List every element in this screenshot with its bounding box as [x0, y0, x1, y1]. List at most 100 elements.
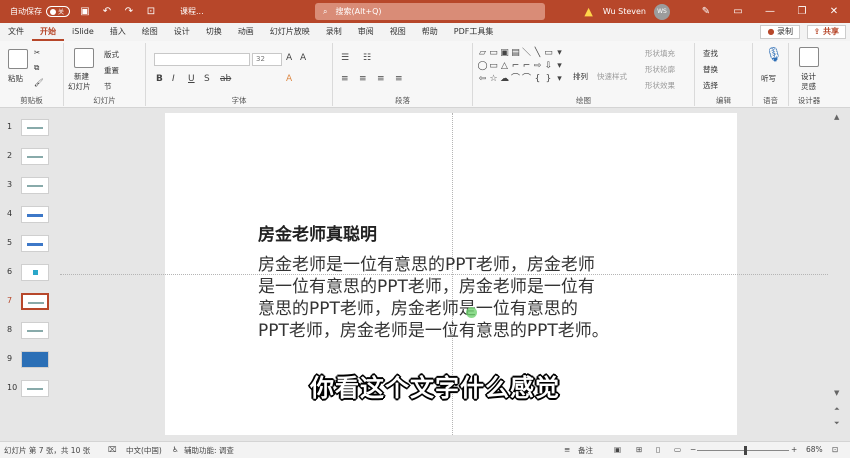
- bold-icon[interactable]: B: [156, 74, 163, 84]
- design-ideas-icon[interactable]: [799, 47, 819, 67]
- quick-styles-button[interactable]: 快速样式: [597, 71, 627, 82]
- present-icon[interactable]: ⊡: [144, 5, 158, 19]
- redo-icon[interactable]: ↷: [122, 5, 136, 19]
- design-ideas-label2[interactable]: 灵感: [801, 81, 816, 92]
- thumbnail-3[interactable]: 3: [0, 177, 60, 199]
- align-center-icon[interactable]: ≡: [359, 74, 367, 84]
- thumbnail-8[interactable]: 8: [0, 322, 60, 344]
- align-right-icon[interactable]: ≡: [377, 74, 385, 84]
- tab-design[interactable]: 设计: [166, 23, 198, 41]
- minimize-button[interactable]: —: [754, 6, 786, 17]
- thumbnail-1[interactable]: 1: [0, 119, 60, 141]
- search-box[interactable]: ⌕ 搜索(Alt+Q): [315, 3, 545, 20]
- shrink-font-icon[interactable]: A: [300, 53, 306, 63]
- tab-view[interactable]: 视图: [382, 23, 414, 41]
- tab-islide[interactable]: iSlide: [64, 23, 102, 41]
- notes-button[interactable]: 备注: [578, 445, 593, 456]
- close-button[interactable]: ✕: [818, 6, 850, 17]
- fit-slide-icon[interactable]: ⊡: [832, 445, 838, 454]
- cut-icon[interactable]: ✂: [34, 48, 40, 57]
- bullets-icon[interactable]: ☰: [341, 53, 349, 63]
- shadow-icon[interactable]: S: [204, 74, 210, 84]
- file-name[interactable]: 课程...: [180, 6, 204, 17]
- thumbnail-2[interactable]: 2: [0, 148, 60, 170]
- section-button[interactable]: 节: [104, 81, 112, 92]
- new-slide-label2[interactable]: 幻灯片: [68, 81, 91, 92]
- thumbnail-10[interactable]: 10: [0, 380, 60, 402]
- strikethrough-icon[interactable]: ab: [220, 74, 231, 84]
- normal-view-icon[interactable]: ▣: [614, 445, 621, 454]
- share-button[interactable]: ⇪ 共享: [806, 25, 846, 39]
- vertical-scrollbar[interactable]: ▲ ▼ ⏶ ⏷: [828, 109, 850, 441]
- user-name[interactable]: Wu Steven: [603, 7, 646, 16]
- thumbnail-7[interactable]: 7: [0, 293, 60, 315]
- scroll-down-icon[interactable]: ▼: [834, 389, 839, 397]
- copy-icon[interactable]: ⧉: [34, 63, 39, 73]
- next-slide-icon[interactable]: ⏷: [834, 419, 840, 428]
- zoom-slider[interactable]: [697, 450, 789, 451]
- language-status[interactable]: 中文(中国): [126, 445, 162, 456]
- slide-body-text[interactable]: 房金老师是一位有意思的PPT老师，房金老师 是一位有意思的PPT老师，房金老师是…: [258, 254, 650, 342]
- layout-button[interactable]: 版式: [104, 49, 119, 60]
- italic-icon[interactable]: I: [172, 74, 175, 84]
- accessibility-icon[interactable]: ♿: [172, 445, 179, 454]
- thumbnail-5[interactable]: 5: [0, 235, 60, 257]
- autosave-toggle[interactable]: 关: [46, 6, 70, 17]
- find-button[interactable]: 查找: [703, 48, 718, 59]
- zoom-slider-thumb[interactable]: [744, 446, 747, 455]
- shape-effects-button[interactable]: 形状效果: [645, 80, 675, 91]
- undo-icon[interactable]: ↶: [100, 5, 114, 19]
- spellcheck-icon[interactable]: ⌧: [108, 445, 117, 454]
- dictate-button[interactable]: 听写: [761, 73, 776, 84]
- slide-sorter-icon[interactable]: ⊞: [636, 445, 642, 454]
- tab-insert[interactable]: 插入: [102, 23, 134, 41]
- scroll-up-icon[interactable]: ▲: [834, 113, 839, 121]
- paste-label[interactable]: 粘贴: [8, 73, 23, 84]
- shape-outline-button[interactable]: 形状轮廓: [645, 64, 675, 75]
- tab-animations[interactable]: 动画: [230, 23, 262, 41]
- shapes-gallery[interactable]: ▱ ▭ ▣ ▤ ＼ ╲ ▭ ▾ ◯ ▭ △ ⌐ ⌐ ⇨ ⇩ ▾ ⇦ ☆ ☁ ⌒ ⌒{} ▾: [477, 47, 565, 87]
- reset-button[interactable]: 重置: [104, 65, 119, 76]
- avatar[interactable]: WS: [654, 3, 670, 20]
- slide-title[interactable]: 房金老师真聪明: [258, 220, 377, 245]
- microphone-icon[interactable]: 🎙: [765, 47, 783, 63]
- zoom-out-icon[interactable]: −: [690, 445, 696, 454]
- tab-help[interactable]: 帮助: [414, 23, 446, 41]
- pen-icon[interactable]: ✎: [690, 6, 722, 17]
- tab-draw[interactable]: 绘图: [134, 23, 166, 41]
- slideshow-icon[interactable]: ▭: [674, 445, 681, 454]
- shape-fill-button[interactable]: 形状填充: [645, 48, 675, 59]
- justify-icon[interactable]: ≡: [395, 74, 403, 84]
- new-slide-icon[interactable]: [74, 48, 94, 68]
- thumbnail-6[interactable]: 6: [0, 264, 60, 286]
- select-button[interactable]: 选择: [703, 80, 718, 91]
- notes-icon[interactable]: ≡: [564, 445, 570, 454]
- thumbnail-9[interactable]: 9: [0, 351, 60, 373]
- arrange-button[interactable]: 排列: [573, 71, 588, 82]
- paste-icon[interactable]: [8, 49, 28, 69]
- tab-transitions[interactable]: 切换: [198, 23, 230, 41]
- zoom-in-icon[interactable]: +: [791, 445, 797, 454]
- restore-button[interactable]: ❐: [786, 6, 818, 17]
- font-name-combo[interactable]: [154, 53, 250, 66]
- zoom-level[interactable]: 68%: [806, 445, 823, 454]
- underline-icon[interactable]: U: [188, 74, 195, 84]
- tab-review[interactable]: 审阅: [350, 23, 382, 41]
- format-painter-icon[interactable]: 🖌: [34, 78, 44, 87]
- tab-file[interactable]: 文件: [0, 23, 32, 41]
- tab-slideshow[interactable]: 幻灯片放映: [262, 23, 318, 41]
- record-button[interactable]: ● 录制: [760, 25, 800, 39]
- font-size-combo[interactable]: 32: [252, 53, 282, 66]
- accessibility-status[interactable]: 辅助功能: 调查: [184, 445, 234, 456]
- reading-view-icon[interactable]: ▯: [656, 445, 660, 454]
- warning-icon[interactable]: ▲: [584, 5, 592, 18]
- thumbnail-4[interactable]: 4: [0, 206, 60, 228]
- grow-font-icon[interactable]: A: [286, 53, 292, 63]
- replace-button[interactable]: 替换: [703, 64, 718, 75]
- font-color-icon[interactable]: A: [286, 74, 292, 84]
- save-icon[interactable]: ▣: [78, 5, 92, 19]
- tab-home[interactable]: 开始: [32, 23, 64, 41]
- align-left-icon[interactable]: ≡: [341, 74, 349, 84]
- previous-slide-icon[interactable]: ⏶: [834, 405, 840, 414]
- numbering-icon[interactable]: ☷: [363, 53, 371, 63]
